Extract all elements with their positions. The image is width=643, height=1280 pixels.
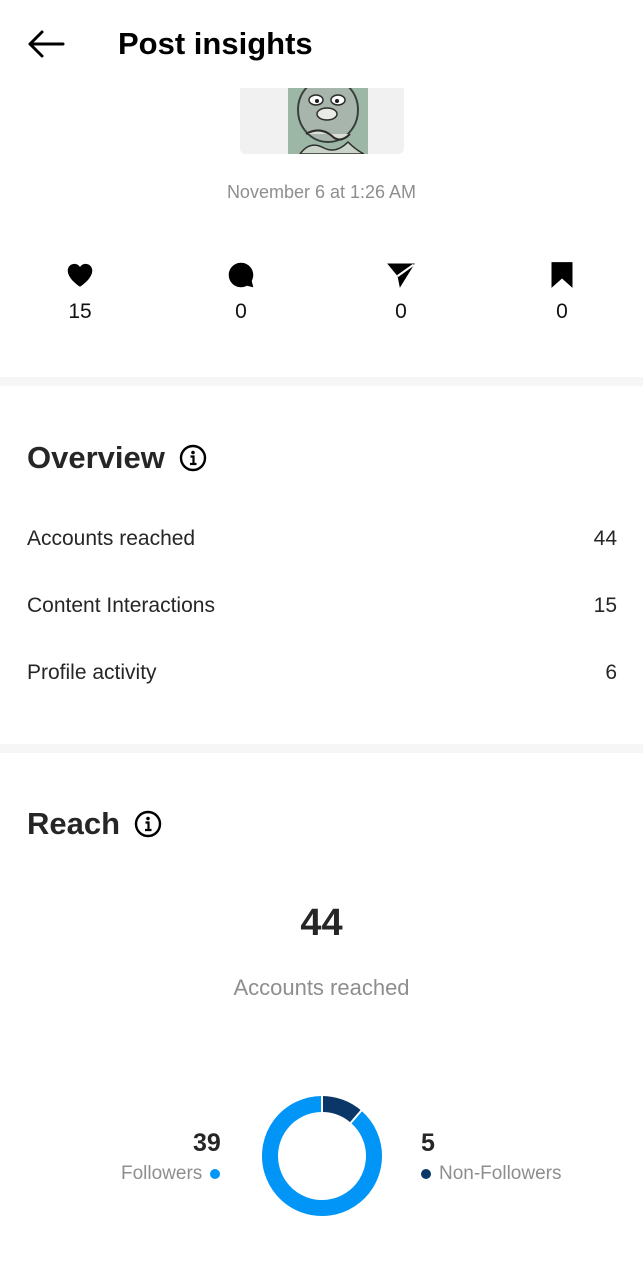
non-followers-legend: Non-Followers xyxy=(421,1163,561,1185)
overview-row-content-interactions[interactable]: Content Interactions 15 xyxy=(27,591,617,621)
reach-title-text: Reach xyxy=(27,806,121,841)
comments-count: 0 xyxy=(235,300,247,323)
followers-dot xyxy=(210,1169,221,1179)
reach-total-label: Accounts reached xyxy=(233,975,410,1000)
post-date: November 6 at 1:26 AM xyxy=(226,182,417,202)
likes-stat[interactable]: 15 xyxy=(20,258,140,326)
overview-title-text: Overview xyxy=(27,440,165,475)
reach-total: 44 xyxy=(300,902,343,944)
overview-row-profile-activity[interactable]: Profile activity 6 xyxy=(27,658,617,688)
share-icon xyxy=(387,263,415,288)
comments-stat[interactable]: 0 xyxy=(181,258,301,326)
non-followers-label: Non-Followers xyxy=(439,1163,562,1184)
section-divider xyxy=(0,377,643,386)
followers-segment xyxy=(262,1096,382,1216)
saves-stat[interactable]: 0 xyxy=(502,258,622,326)
overview-row-accounts-reached[interactable]: Accounts reached 44 xyxy=(27,524,617,554)
row-value: 44 xyxy=(593,527,617,550)
info-icon[interactable] xyxy=(179,444,207,472)
followers-count: 39 xyxy=(193,1129,221,1157)
row-label: Accounts reached xyxy=(27,527,196,550)
row-label: Profile activity xyxy=(27,661,157,684)
arrow-left-icon xyxy=(28,30,65,58)
page-title: Post insights xyxy=(118,26,313,61)
non-followers-dot xyxy=(421,1169,431,1179)
row-label: Content Interactions xyxy=(27,594,215,617)
followers-legend: Followers xyxy=(121,1163,221,1185)
likes-count: 15 xyxy=(68,300,92,323)
saves-count: 0 xyxy=(556,300,568,323)
reach-donut-chart xyxy=(262,1095,382,1216)
top-bar: Post insights xyxy=(0,0,643,88)
non-followers-count: 5 xyxy=(421,1129,435,1157)
row-value: 6 xyxy=(605,661,617,684)
overview-title: Overview xyxy=(27,440,207,476)
heart-icon xyxy=(67,263,93,287)
back-button[interactable] xyxy=(22,24,68,64)
shares-stat[interactable]: 0 xyxy=(341,258,461,326)
engagement-stats: 15 0 0 0 xyxy=(0,258,643,338)
info-icon[interactable] xyxy=(134,810,162,838)
non-followers-segment xyxy=(321,1096,362,1123)
shares-count: 0 xyxy=(395,300,407,323)
followers-label: Followers xyxy=(121,1163,203,1184)
comment-icon xyxy=(228,262,254,288)
section-divider xyxy=(0,744,643,753)
row-value: 15 xyxy=(593,594,617,617)
reach-title: Reach xyxy=(27,806,162,842)
bookmark-icon xyxy=(551,262,573,288)
